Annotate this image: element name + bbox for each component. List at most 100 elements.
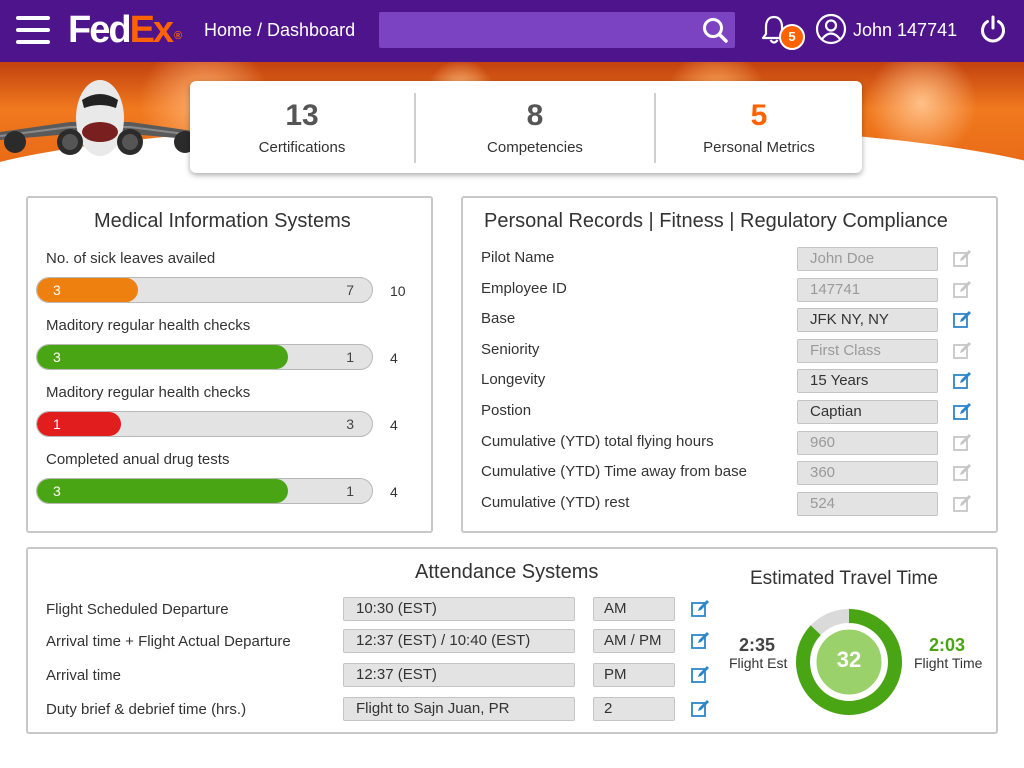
record-field: 147741	[797, 277, 938, 302]
medical-row-label: Maditory regular health checks	[46, 384, 251, 401]
progress-remaining: 3	[346, 416, 354, 432]
edit-icon	[952, 249, 972, 269]
user-icon[interactable]	[815, 13, 847, 45]
kpi-value: 8	[526, 99, 544, 132]
edit-icon	[952, 341, 972, 361]
search-icon[interactable]	[701, 16, 729, 44]
medical-progress-bar: 37	[36, 277, 373, 303]
progress-fill	[37, 479, 289, 503]
record-label: Cumulative (YTD) rest	[481, 493, 630, 511]
panel-title: Personal Records | Fitness | Regulatory …	[484, 210, 948, 232]
attendance-label: Flight Scheduled Departure	[46, 601, 229, 618]
progress-fill	[37, 345, 289, 369]
record-field[interactable]: JFK NY, NY	[797, 308, 938, 333]
progress-total: 4	[390, 484, 398, 500]
attendance-field[interactable]: 12:37 (EST)	[343, 663, 575, 687]
record-field: 524	[797, 491, 938, 516]
attendance-label: Duty brief & debrief time (hrs.)	[46, 701, 247, 718]
edit-icon[interactable]	[690, 631, 710, 651]
medical-row-label: Completed anual drug tests	[46, 451, 230, 468]
progress-fill	[37, 412, 121, 436]
progress-value: 3	[53, 349, 61, 365]
record-label: Longevity	[481, 371, 546, 389]
user-name[interactable]: John 147741	[853, 20, 957, 41]
record-label: Cumulative (YTD) total flying hours	[481, 432, 714, 450]
attendance-field[interactable]: 12:37 (EST) / 10:40 (EST)	[343, 629, 575, 653]
progress-value: 1	[53, 416, 61, 432]
progress-total: 4	[390, 417, 398, 433]
record-field[interactable]: Captian	[797, 400, 938, 424]
kpi-label: Personal Metrics	[703, 139, 815, 156]
progress-total: 10	[390, 283, 406, 299]
progress-remaining: 1	[346, 349, 354, 365]
record-field: John Doe	[797, 247, 938, 271]
kpi-competencies[interactable]: 8 Competencies	[416, 81, 654, 173]
attendance-secondary-field[interactable]: AM	[593, 597, 675, 621]
personal-records-panel: Personal Records | Fitness | Regulatory …	[461, 196, 998, 533]
record-field: 360	[797, 461, 938, 486]
record-label: Seniority	[481, 340, 540, 358]
attendance-label: Arrival time + Flight Actual Departure	[46, 633, 291, 650]
kpi-label: Certifications	[258, 139, 346, 156]
panel-title: Medical Information Systems	[94, 210, 351, 232]
medical-row-label: No. of sick leaves availed	[46, 250, 216, 267]
attendance-secondary-field[interactable]: AM / PM	[593, 629, 675, 653]
power-icon[interactable]	[978, 14, 1008, 44]
edit-icon[interactable]	[690, 699, 710, 719]
record-label: Pilot Name	[481, 249, 555, 266]
edit-icon	[952, 280, 972, 300]
flight-time-label: Flight Time	[914, 655, 983, 671]
record-label: Base	[481, 310, 516, 328]
medical-information-panel: Medical Information Systems No. of sick …	[26, 196, 433, 533]
attendance-panel: Attendance Systems Flight Scheduled Depa…	[26, 547, 998, 734]
edit-icon[interactable]	[952, 310, 972, 330]
kpi-personal-metrics[interactable]: 5 Personal Metrics	[656, 81, 862, 173]
kpi-label: Competencies	[487, 139, 583, 156]
flight-est-value: 2:35	[739, 635, 776, 655]
medical-progress-bar: 31	[36, 344, 373, 370]
record-label: Employee ID	[481, 279, 567, 297]
attendance-field[interactable]: 10:30 (EST)	[343, 597, 575, 621]
progress-value: 3	[53, 282, 61, 298]
breadcrumb[interactable]: Home / Dashboard	[204, 20, 355, 41]
record-field: 960	[797, 430, 938, 455]
edit-icon	[952, 494, 972, 514]
flight-time-value: 2:03	[929, 635, 966, 655]
hamburger-icon[interactable]	[16, 16, 50, 44]
panel-title: Attendance Systems	[415, 561, 599, 583]
record-field: First Class	[797, 338, 938, 363]
edit-icon	[952, 463, 972, 483]
medical-progress-bar: 13	[36, 411, 373, 437]
attendance-secondary-field[interactable]: PM	[593, 663, 675, 687]
flight-est-label: Flight Est	[729, 655, 788, 671]
kpi-summary-card: 13 Certifications 8 Competencies 5 Perso…	[190, 81, 862, 173]
progress-remaining: 7	[346, 282, 354, 298]
attendance-field[interactable]: Flight to Sajn Juan, PR	[343, 697, 575, 721]
progress-total: 4	[390, 350, 398, 366]
record-label: Cumulative (YTD) Time away from base	[481, 463, 747, 481]
search-bar	[379, 12, 735, 48]
notification-badge[interactable]: 5	[779, 24, 805, 50]
attendance-secondary-field[interactable]: 2	[593, 697, 675, 721]
airplane-image	[0, 80, 200, 156]
kpi-certifications[interactable]: 13 Certifications	[190, 81, 414, 173]
search-input[interactable]	[379, 12, 689, 48]
medical-progress-bar: 31	[36, 478, 373, 504]
attendance-label: Arrival time	[46, 667, 122, 684]
progress-value: 3	[53, 483, 61, 499]
record-field[interactable]: 15 Years	[797, 369, 938, 394]
estimated-travel-time-title: Estimated Travel Time	[750, 568, 938, 589]
kpi-value: 13	[285, 99, 319, 132]
progress-remaining: 1	[346, 483, 354, 499]
kpi-value: 5	[750, 99, 768, 132]
medical-row-label: Maditory regular health checks	[46, 317, 251, 334]
edit-icon[interactable]	[952, 402, 972, 422]
fedex-logo[interactable]: FedEx ®	[68, 9, 182, 52]
edit-icon[interactable]	[690, 665, 710, 685]
top-navigation-bar: FedEx ® Home / Dashboard 5 John 147741	[0, 0, 1024, 62]
edit-icon[interactable]	[952, 371, 972, 391]
edit-icon	[952, 433, 972, 453]
record-label: Postion	[481, 402, 532, 419]
edit-icon[interactable]	[690, 599, 710, 619]
travel-center-value: 32	[836, 647, 862, 672]
